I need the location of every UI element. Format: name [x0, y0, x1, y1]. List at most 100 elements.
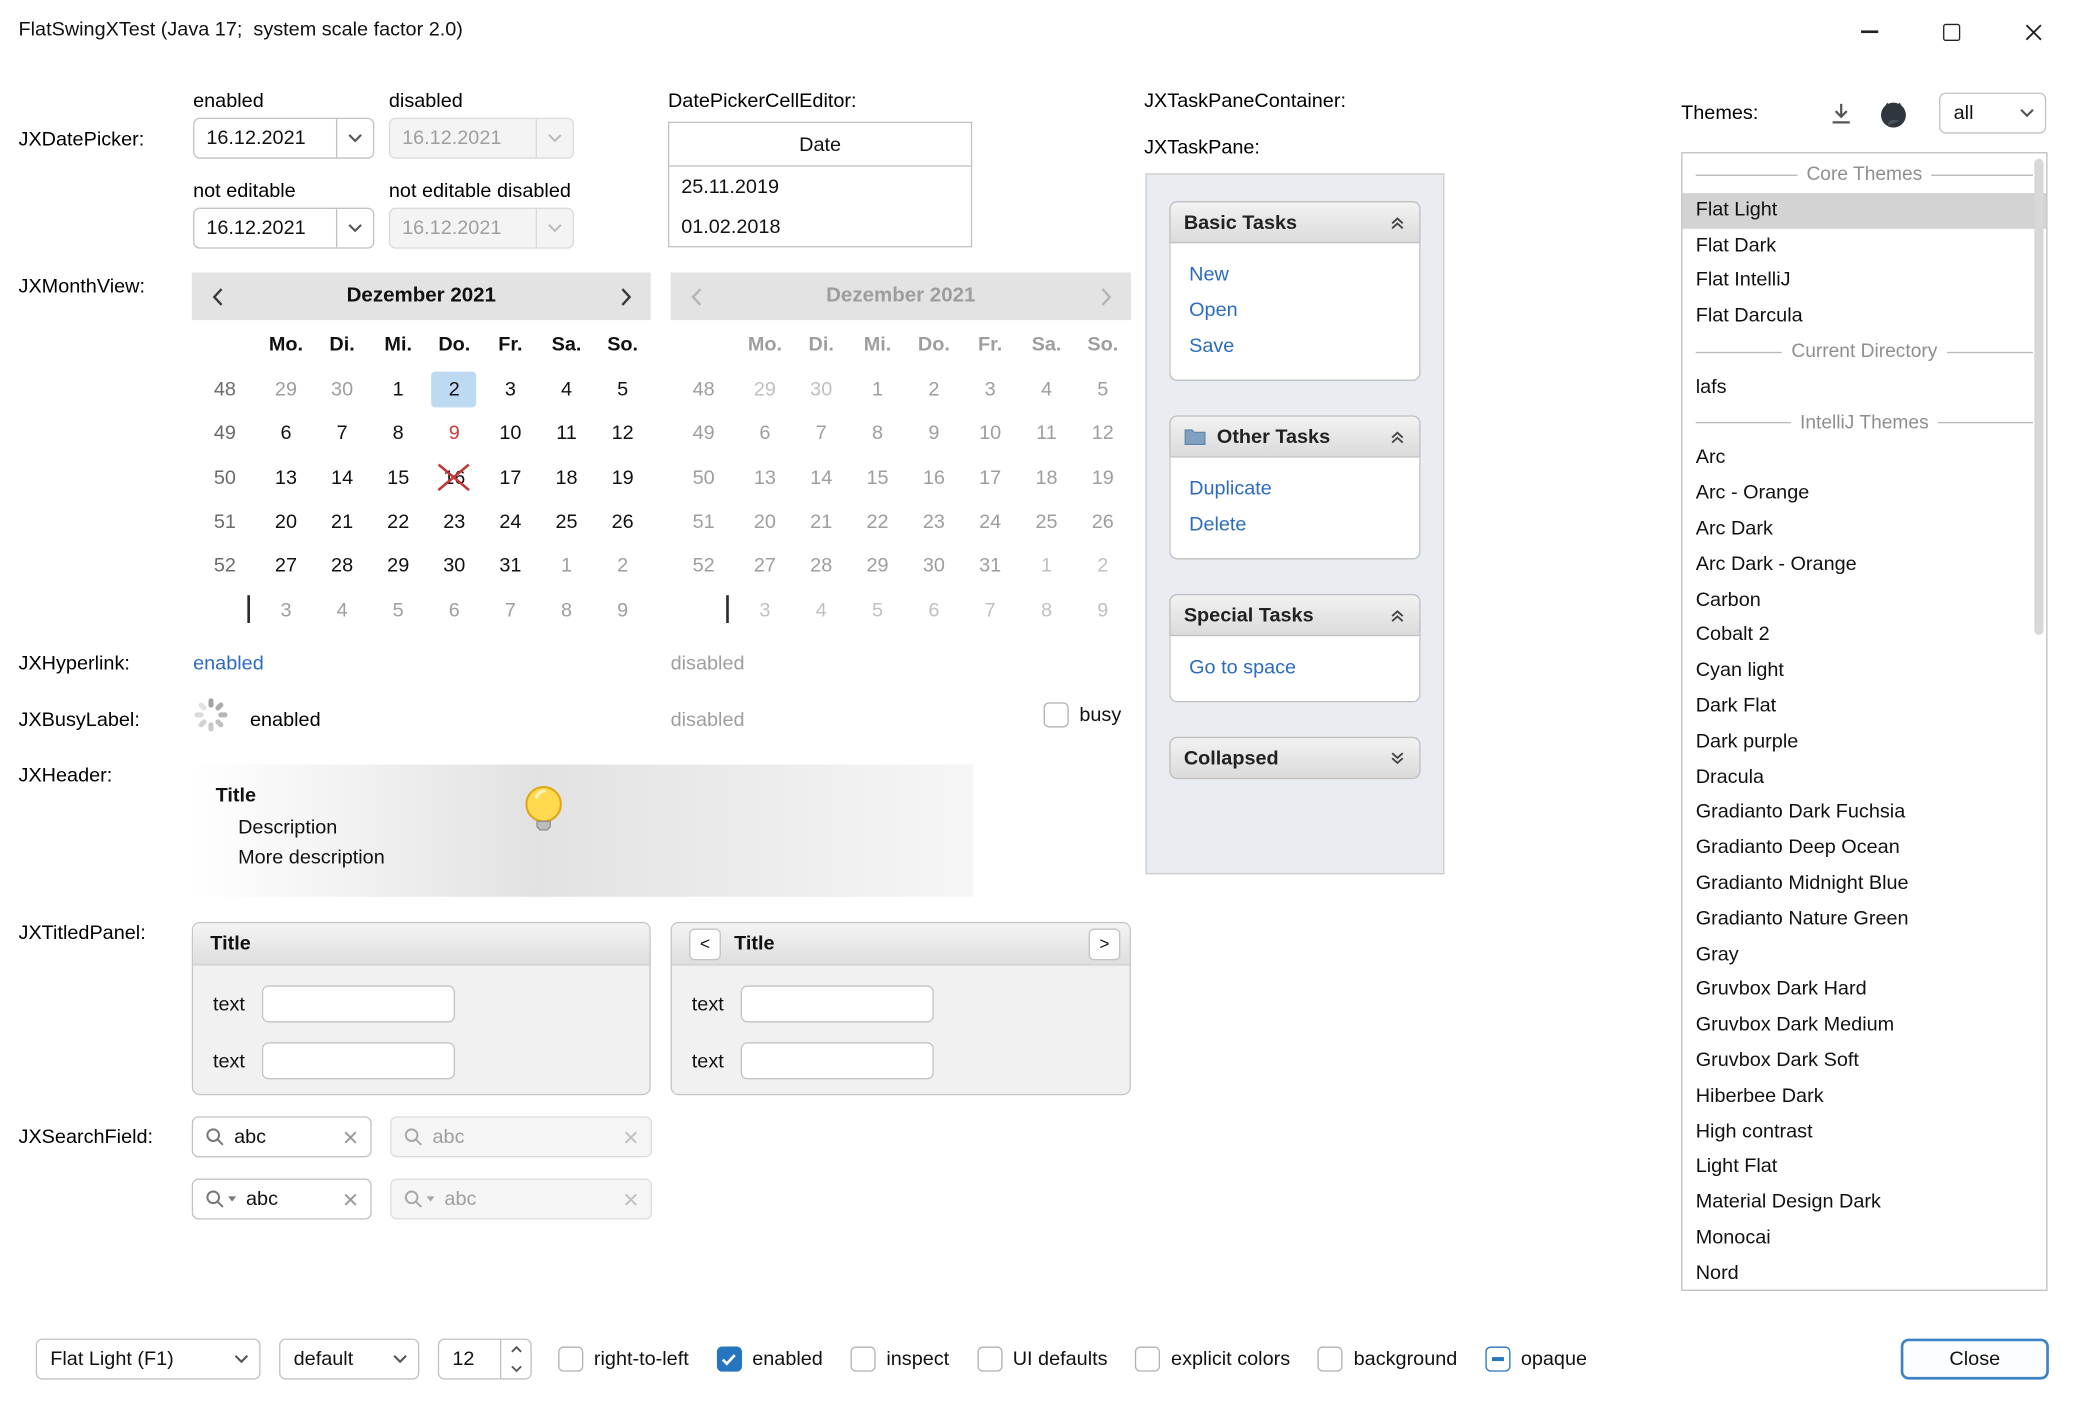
- font-size-spinner[interactable]: 12: [438, 1339, 532, 1380]
- checkbox-box[interactable]: [1318, 1347, 1343, 1372]
- checkbox-box[interactable]: [1044, 702, 1069, 727]
- calendar-day[interactable]: 5: [370, 588, 426, 632]
- clear-icon[interactable]: [343, 1129, 359, 1145]
- themes-filter-combobox[interactable]: all: [1939, 93, 2046, 134]
- checkbox-box[interactable]: [1135, 1347, 1160, 1372]
- theme-item[interactable]: Gradianto Deep Ocean: [1682, 831, 2046, 866]
- calendar-day[interactable]: 13: [258, 456, 314, 500]
- text-input[interactable]: [741, 1042, 934, 1079]
- theme-item[interactable]: Arc Dark - Orange: [1682, 547, 2046, 582]
- datepicker-not-editable[interactable]: 16.12.2021: [193, 208, 374, 249]
- themes-list[interactable]: Core ThemesFlat LightFlat DarkFlat Intel…: [1681, 152, 2047, 1291]
- search-field-enabled[interactable]: abc: [192, 1116, 372, 1157]
- github-button[interactable]: [1874, 95, 1911, 132]
- theme-item[interactable]: Gradianto Midnight Blue: [1682, 866, 2046, 901]
- text-input[interactable]: [262, 985, 455, 1022]
- download-button[interactable]: [1824, 97, 1858, 131]
- taskpane-header[interactable]: Basic Tasks: [1169, 201, 1420, 243]
- calendar-day[interactable]: 6: [426, 588, 482, 632]
- calendar-day[interactable]: 12: [595, 412, 651, 456]
- theme-item[interactable]: Light Flat: [1682, 1150, 2046, 1185]
- calendar-day[interactable]: 24: [482, 500, 538, 544]
- theme-item[interactable]: Material Design Dark: [1682, 1185, 2046, 1220]
- theme-item[interactable]: lafs: [1682, 370, 2046, 405]
- calendar-day[interactable]: 26: [595, 500, 651, 544]
- calendar-day[interactable]: 8: [538, 588, 594, 632]
- hyperlink-enabled[interactable]: enabled: [193, 652, 264, 674]
- expand-icon[interactable]: [1389, 749, 1406, 766]
- theme-item[interactable]: Dark Flat: [1682, 689, 2046, 724]
- collapse-icon[interactable]: [1389, 214, 1406, 231]
- calendar-day[interactable]: 18: [538, 456, 594, 500]
- task-link[interactable]: Delete: [1189, 507, 1401, 543]
- theme-item[interactable]: High contrast: [1682, 1114, 2046, 1149]
- checkbox-enabled[interactable]: enabled: [717, 1347, 823, 1372]
- spinner-up-button[interactable]: [501, 1340, 530, 1359]
- next-month-button[interactable]: [601, 272, 651, 320]
- theme-item[interactable]: Nord: [1682, 1256, 2046, 1291]
- calendar-day[interactable]: 1: [538, 544, 594, 588]
- calendar-day[interactable]: 25: [538, 500, 594, 544]
- calendar-day[interactable]: 3: [482, 368, 538, 412]
- scrollbar-thumb[interactable]: [2034, 159, 2043, 635]
- theme-item[interactable]: Flat IntelliJ: [1682, 264, 2046, 299]
- task-link[interactable]: Open: [1189, 292, 1401, 328]
- text-input[interactable]: [741, 985, 934, 1022]
- calendar-day[interactable]: 29: [370, 544, 426, 588]
- font-family-combobox[interactable]: default: [279, 1339, 419, 1380]
- theme-item[interactable]: Arc - Orange: [1682, 476, 2046, 511]
- datepicker-enabled[interactable]: 16.12.2021: [193, 118, 374, 159]
- calendar-day[interactable]: 22: [370, 500, 426, 544]
- theme-item[interactable]: Cyan light: [1682, 654, 2046, 689]
- search-field-with-menu[interactable]: abc: [192, 1179, 372, 1220]
- checkbox-busy[interactable]: busy: [1044, 702, 1122, 727]
- taskpane-header[interactable]: Other Tasks: [1169, 415, 1420, 457]
- calendar-day[interactable]: 16: [426, 456, 482, 500]
- datepicker-dropdown-button[interactable]: [336, 209, 373, 247]
- task-link[interactable]: Go to space: [1189, 649, 1401, 685]
- calendar-day[interactable]: 9: [426, 412, 482, 456]
- calendar-day[interactable]: 28: [314, 544, 370, 588]
- calendar-day[interactable]: 14: [314, 456, 370, 500]
- calendar-day[interactable]: 4: [314, 588, 370, 632]
- panel-left-button[interactable]: <: [689, 928, 721, 960]
- checkbox-box[interactable]: [717, 1347, 742, 1372]
- calendar-day[interactable]: 4: [538, 368, 594, 412]
- clear-icon[interactable]: [343, 1191, 359, 1207]
- task-link[interactable]: Duplicate: [1189, 471, 1401, 507]
- panel-right-button[interactable]: >: [1089, 928, 1121, 960]
- table-row[interactable]: 01.02.2018: [669, 206, 971, 246]
- theme-item[interactable]: Flat Dark: [1682, 228, 2046, 263]
- calendar-day[interactable]: 2: [595, 544, 651, 588]
- table-row[interactable]: 25.11.2019: [669, 167, 971, 207]
- calendar-day[interactable]: 19: [595, 456, 651, 500]
- title-bar[interactable]: FlatSwingXTest (Java 17; system scale fa…: [0, 0, 2074, 63]
- calendar-day[interactable]: 15: [370, 456, 426, 500]
- checkbox-background[interactable]: background: [1318, 1347, 1457, 1372]
- calendar-day[interactable]: 3: [258, 588, 314, 632]
- theme-item[interactable]: Dark purple: [1682, 725, 2046, 760]
- close-button[interactable]: Close: [1901, 1339, 2049, 1380]
- task-link[interactable]: New: [1189, 257, 1401, 293]
- calendar-day[interactable]: 5: [595, 368, 651, 412]
- taskpane-header[interactable]: Collapsed: [1169, 737, 1420, 779]
- theme-item[interactable]: Gradianto Dark Fuchsia: [1682, 795, 2046, 830]
- calendar-day[interactable]: 1: [370, 368, 426, 412]
- checkbox-box[interactable]: [977, 1347, 1002, 1372]
- checkbox-box[interactable]: [1485, 1347, 1510, 1372]
- theme-item[interactable]: Flat Darcula: [1682, 299, 2046, 334]
- calendar-day[interactable]: 31: [482, 544, 538, 588]
- calendar-day[interactable]: 30: [314, 368, 370, 412]
- task-link[interactable]: Save: [1189, 328, 1401, 364]
- calendar-day[interactable]: 29: [258, 368, 314, 412]
- theme-item[interactable]: Carbon: [1682, 583, 2046, 618]
- calendar-day[interactable]: 21: [314, 500, 370, 544]
- maximize-button[interactable]: [1910, 0, 1992, 63]
- theme-item[interactable]: Dracula: [1682, 760, 2046, 795]
- calendar-day[interactable]: 7: [314, 412, 370, 456]
- checkbox-explicit-colors[interactable]: explicit colors: [1135, 1347, 1290, 1372]
- theme-item[interactable]: Arc Dark: [1682, 512, 2046, 547]
- collapse-icon[interactable]: [1389, 428, 1406, 445]
- theme-item[interactable]: Gruvbox Dark Medium: [1682, 1008, 2046, 1043]
- theme-item[interactable]: Cobalt 2: [1682, 618, 2046, 653]
